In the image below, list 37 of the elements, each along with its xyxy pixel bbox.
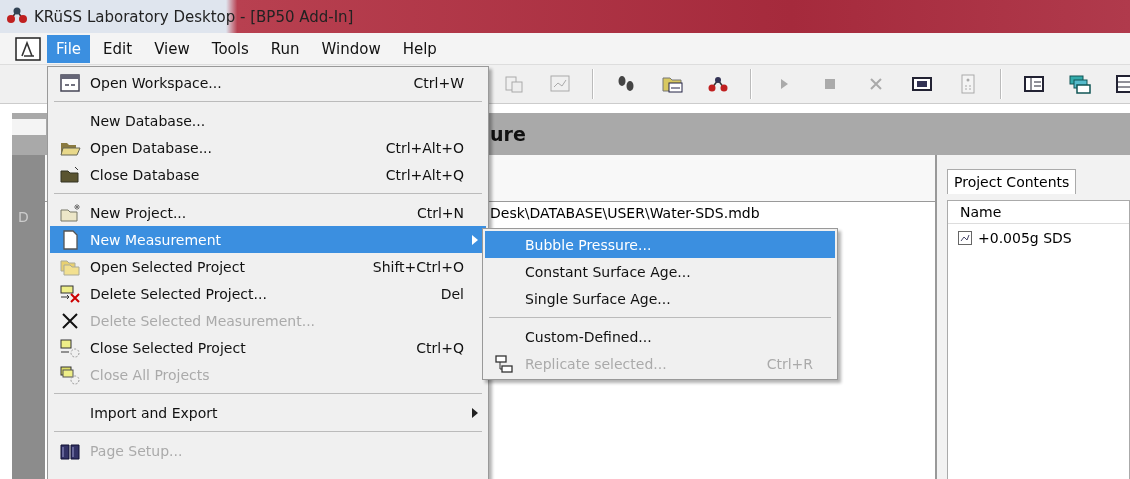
submenu-arrow-icon [472,407,478,418]
menu-item[interactable]: Open Selected Project Shift+Ctrl+O [50,253,486,280]
menu-item[interactable]: Single Surface Age... [485,285,835,312]
menu-item[interactable]: New Database... [50,107,486,134]
menu-item[interactable]: Help [393,34,446,63]
replicate-icon [494,352,516,375]
side-label: D [17,209,29,225]
app-icon[interactable] [15,36,41,61]
menu-item[interactable]: Window [312,34,390,63]
project-contents-tab[interactable]: Project Contents [947,169,1077,194]
window-icon [59,71,81,94]
menu-item[interactable]: Edit [94,34,142,63]
menu-item[interactable]: Import and Export [50,399,486,426]
database-path: Desk\DATABASE\USER\Water-SDS.mdb [490,205,760,221]
column-header[interactable]: Name [948,201,1129,224]
submenu-arrow-icon [472,234,478,245]
menu-item[interactable]: Close Database Ctrl+Alt+Q [50,161,486,188]
menu-item[interactable]: Open Database... Ctrl+Alt+O [50,134,486,161]
menu-item[interactable]: Run [261,34,309,63]
close-project-icon [59,336,81,359]
chart-icon [958,231,972,245]
menu-item[interactable]: Tools [202,34,258,63]
menu-item[interactable]: Delete Selected Project... Del [50,280,486,307]
menu-item[interactable]: Close Selected Project Ctrl+Q [50,334,486,361]
delete-icon [59,282,81,305]
panel-icon[interactable] [1023,73,1045,95]
menu-item[interactable]: Custom-Defined... [485,323,835,350]
menu-item[interactable]: New Project... Ctrl+N [50,199,486,226]
close-project-icon [59,363,81,386]
folder-icon [59,201,81,224]
project-item[interactable]: +0.005g SDS [978,230,1072,246]
menu-item[interactable]: Constant Surface Age... [485,258,835,285]
clipboard-icon[interactable] [503,73,525,95]
windows-icon[interactable] [1069,73,1091,95]
logo-icon [6,5,28,24]
menu-item[interactable]: View [145,34,199,63]
header-title: ure [490,123,526,145]
